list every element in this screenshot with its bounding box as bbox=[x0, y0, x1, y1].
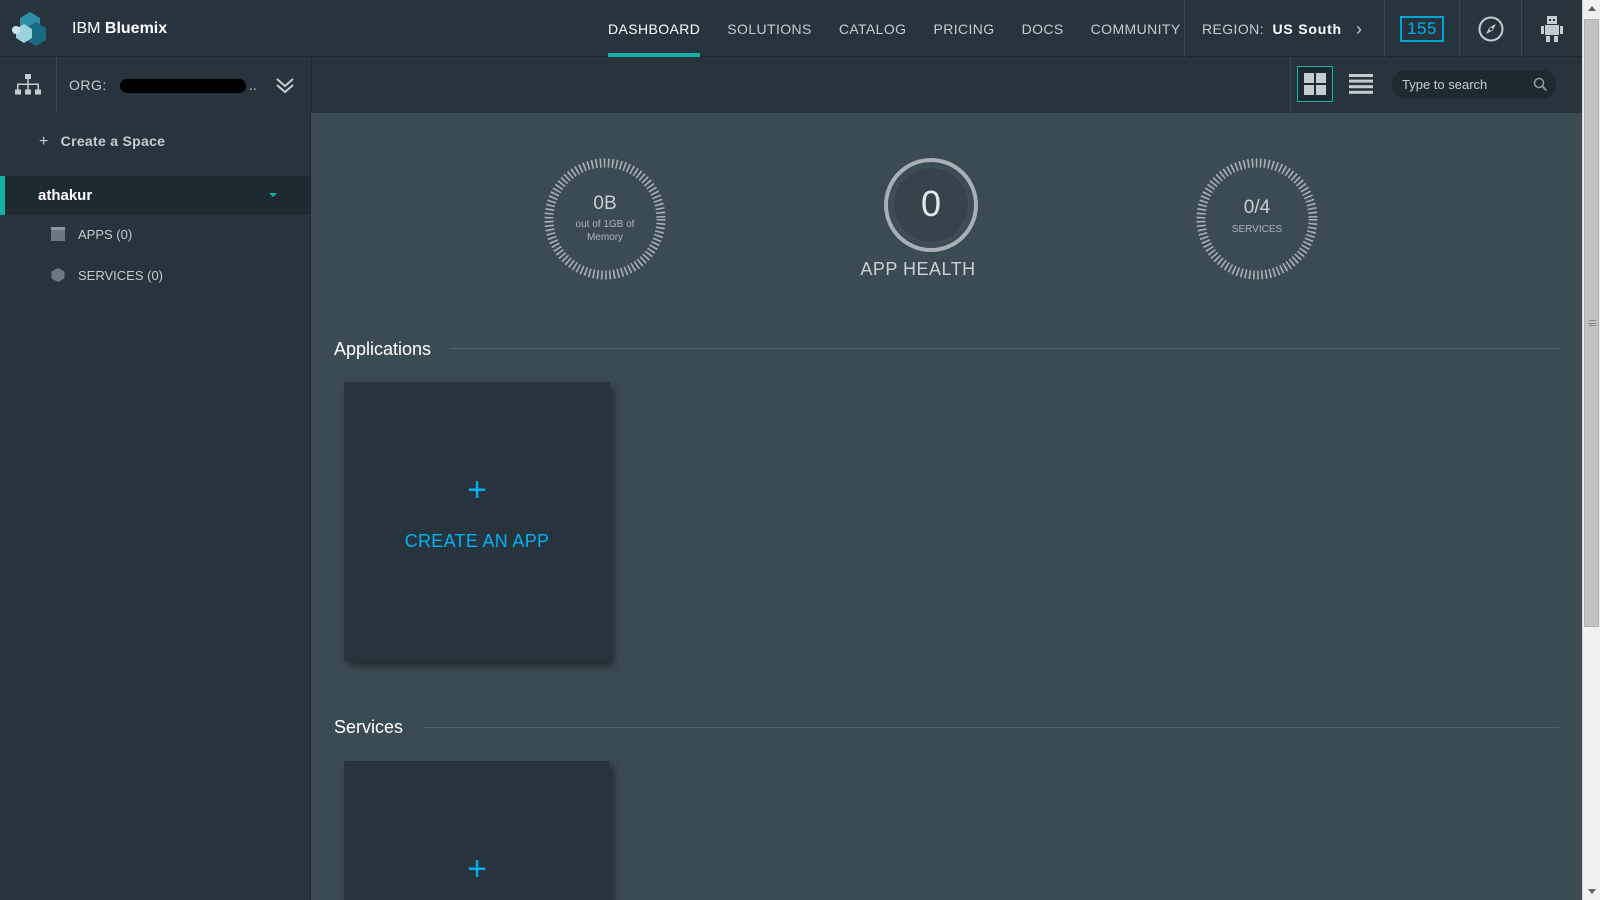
create-space-button[interactable]: + Create a Space bbox=[39, 133, 165, 151]
scroll-up-arrow-icon[interactable] bbox=[1583, 0, 1600, 17]
sidebar-item-services[interactable]: SERVICES (0) bbox=[50, 265, 163, 285]
bluemix-logo-icon bbox=[12, 12, 46, 46]
plus-icon: + bbox=[467, 471, 487, 509]
memory-gauge: 0B out of 1GB of Memory bbox=[543, 157, 667, 281]
dashboard-main: 0B out of 1GB of Memory 0 APP HEALTH 0/4… bbox=[312, 113, 1582, 900]
chevron-right-icon: › bbox=[1356, 19, 1363, 39]
region-value: US South bbox=[1272, 21, 1342, 37]
app-health-gauge: 0 bbox=[883, 157, 979, 253]
divider bbox=[311, 57, 312, 113]
sidebar-item-label: APPS (0) bbox=[78, 226, 133, 242]
services-gauge: 0/4 SERVICES bbox=[1195, 157, 1319, 281]
section-divider bbox=[451, 348, 1559, 349]
applications-heading: Applications bbox=[334, 339, 432, 359]
app-health-value: 0 bbox=[920, 183, 942, 224]
services-hexagon-icon bbox=[51, 268, 65, 282]
create-service-card[interactable]: + bbox=[344, 761, 610, 900]
page-scrollbar[interactable] bbox=[1582, 0, 1600, 900]
sidebar-item-apps[interactable]: APPS (0) bbox=[50, 224, 132, 244]
top-navigation-bar: IBM Bluemix DASHBOARD SOLUTIONS CATALOG … bbox=[0, 0, 1582, 57]
services-count: 0/4 bbox=[1243, 197, 1271, 218]
nav-catalog[interactable]: CATALOG bbox=[839, 0, 907, 57]
sidebar-item-label: SERVICES (0) bbox=[78, 267, 164, 283]
grid-view-button[interactable] bbox=[1297, 66, 1333, 102]
nav-docs[interactable]: DOCS bbox=[1022, 0, 1064, 57]
list-icon bbox=[1349, 74, 1373, 94]
app-health-label: APP HEALTH bbox=[860, 259, 976, 279]
space-item-athakur[interactable]: athakur bbox=[0, 176, 311, 215]
section-divider bbox=[424, 727, 1559, 728]
nav-dashboard[interactable]: DASHBOARD bbox=[608, 0, 701, 57]
org-name-redacted[interactable]: ██████████ bbox=[120, 79, 246, 93]
brand-title: IBM Bluemix bbox=[72, 20, 168, 37]
nav-community[interactable]: COMMUNITY bbox=[1091, 0, 1181, 57]
nav-solutions[interactable]: SOLUTIONS bbox=[727, 0, 812, 57]
search-box bbox=[1392, 70, 1556, 99]
space-name: athakur bbox=[38, 187, 93, 204]
services-heading: Services bbox=[334, 717, 404, 737]
grid-icon bbox=[1304, 73, 1326, 95]
memory-sub-line-2: Memory bbox=[586, 232, 624, 243]
brand[interactable]: IBM Bluemix bbox=[10, 10, 167, 48]
space-sidebar: + Create a Space athakur APPS (0) SERVICE… bbox=[0, 113, 311, 900]
notification-count-badge: 155 bbox=[1400, 15, 1444, 42]
scrollbar-thumb[interactable] bbox=[1584, 19, 1599, 627]
create-app-label: CREATE AN APP bbox=[404, 531, 550, 551]
nav-pricing[interactable]: PRICING bbox=[933, 0, 994, 57]
compass-button[interactable] bbox=[1459, 0, 1521, 57]
region-selector[interactable]: REGION: US South › bbox=[1184, 0, 1384, 57]
org-tree-icon bbox=[15, 74, 41, 95]
list-view-button[interactable] bbox=[1343, 66, 1379, 102]
create-space-label: Create a Space bbox=[60, 133, 166, 149]
robot-avatar-icon bbox=[1541, 15, 1563, 42]
view-toggle-group bbox=[1290, 57, 1373, 113]
scroll-down-arrow-icon[interactable] bbox=[1583, 883, 1600, 900]
user-avatar-button[interactable] bbox=[1521, 0, 1582, 57]
chevron-double-down-icon[interactable] bbox=[275, 75, 295, 95]
org-name-ellipsis: .. bbox=[249, 77, 257, 93]
active-marker bbox=[0, 176, 5, 215]
search-icon[interactable] bbox=[1533, 77, 1548, 92]
memory-sub-line-1: out of 1GB of bbox=[575, 219, 635, 230]
main-nav: DASHBOARD SOLUTIONS CATALOG PRICING DOCS… bbox=[608, 0, 1208, 57]
services-gauge-label: SERVICES bbox=[1231, 224, 1283, 235]
org-label: ORG: bbox=[69, 77, 107, 93]
memory-value: 0B bbox=[593, 193, 617, 214]
search-input[interactable] bbox=[1402, 70, 1530, 99]
compass-icon bbox=[1478, 16, 1503, 41]
org-bar: ORG: ██████████ .. bbox=[0, 57, 1582, 113]
org-hierarchy-button[interactable] bbox=[0, 57, 57, 113]
plus-icon: + bbox=[467, 850, 487, 888]
dashed-ring-icon bbox=[1196, 158, 1318, 280]
grip-icon bbox=[1589, 320, 1596, 326]
create-app-card[interactable]: + CREATE AN APP bbox=[344, 382, 610, 661]
plus-icon: + bbox=[39, 133, 49, 150]
apps-cube-icon bbox=[51, 227, 65, 241]
notifications-button[interactable]: 155 bbox=[1384, 0, 1459, 57]
region-label: REGION: bbox=[1202, 21, 1264, 37]
caret-down-icon[interactable] bbox=[269, 193, 277, 197]
